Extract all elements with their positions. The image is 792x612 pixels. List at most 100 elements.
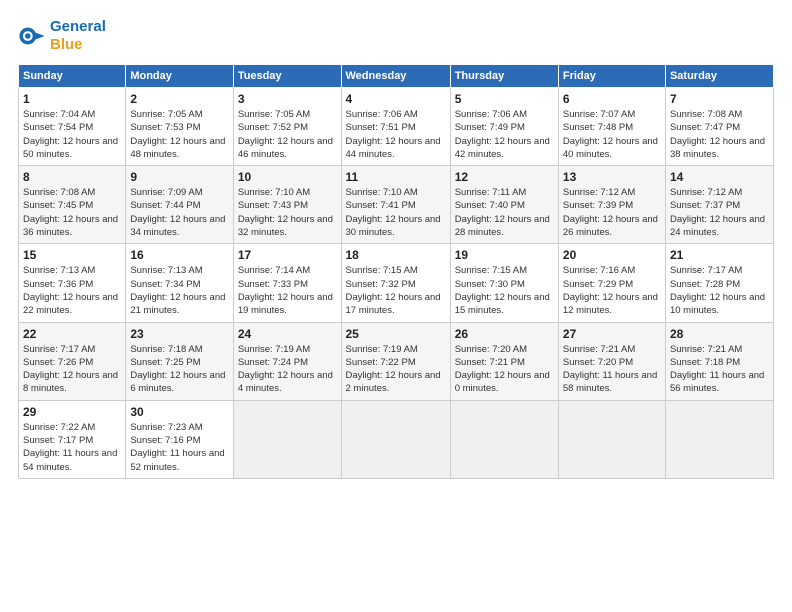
day-cell: 22 Sunrise: 7:17 AMSunset: 7:26 PMDayligh… (19, 322, 126, 400)
day-number: 12 (455, 170, 554, 184)
day-cell: 5 Sunrise: 7:06 AMSunset: 7:49 PMDaylight… (450, 88, 558, 166)
day-number: 1 (23, 92, 121, 106)
week-row-5: 29 Sunrise: 7:22 AMSunset: 7:17 PMDayligh… (19, 400, 774, 478)
day-info: Sunrise: 7:08 AMSunset: 7:47 PMDaylight:… (670, 108, 769, 161)
day-info: Sunrise: 7:22 AMSunset: 7:17 PMDaylight:… (23, 421, 121, 474)
day-cell: 29 Sunrise: 7:22 AMSunset: 7:17 PMDayligh… (19, 400, 126, 478)
day-cell: 26 Sunrise: 7:20 AMSunset: 7:21 PMDayligh… (450, 322, 558, 400)
day-number: 28 (670, 327, 769, 341)
day-cell: 24 Sunrise: 7:19 AMSunset: 7:24 PMDayligh… (233, 322, 341, 400)
day-number: 11 (346, 170, 446, 184)
day-info: Sunrise: 7:10 AMSunset: 7:43 PMDaylight:… (238, 186, 337, 239)
day-cell: 8 Sunrise: 7:08 AMSunset: 7:45 PMDaylight… (19, 166, 126, 244)
day-cell: 30 Sunrise: 7:23 AMSunset: 7:16 PMDayligh… (126, 400, 233, 478)
day-info: Sunrise: 7:13 AMSunset: 7:34 PMDaylight:… (130, 264, 228, 317)
day-info: Sunrise: 7:10 AMSunset: 7:41 PMDaylight:… (346, 186, 446, 239)
day-number: 24 (238, 327, 337, 341)
day-cell: 19 Sunrise: 7:15 AMSunset: 7:30 PMDayligh… (450, 244, 558, 322)
day-number: 4 (346, 92, 446, 106)
day-cell: 18 Sunrise: 7:15 AMSunset: 7:32 PMDayligh… (341, 244, 450, 322)
day-cell (450, 400, 558, 478)
day-cell: 6Sunrise: 7:07 AMSunset: 7:48 PMDaylight… (558, 88, 665, 166)
day-number: 10 (238, 170, 337, 184)
day-number: 13 (563, 170, 661, 184)
day-cell: 25 Sunrise: 7:19 AMSunset: 7:22 PMDayligh… (341, 322, 450, 400)
day-number: 16 (130, 248, 228, 262)
week-row-3: 15 Sunrise: 7:13 AMSunset: 7:36 PMDayligh… (19, 244, 774, 322)
logo-icon (18, 22, 46, 50)
day-cell (233, 400, 341, 478)
day-cell: 1 Sunrise: 7:04 AMSunset: 7:54 PMDaylight… (19, 88, 126, 166)
day-info: Sunrise: 7:21 AMSunset: 7:18 PMDaylight:… (670, 343, 769, 396)
day-cell: 10 Sunrise: 7:10 AMSunset: 7:43 PMDayligh… (233, 166, 341, 244)
day-number: 17 (238, 248, 337, 262)
day-info: Sunrise: 7:06 AMSunset: 7:49 PMDaylight:… (455, 108, 554, 161)
day-info: Sunrise: 7:20 AMSunset: 7:21 PMDaylight:… (455, 343, 554, 396)
day-info: Sunrise: 7:13 AMSunset: 7:36 PMDaylight:… (23, 264, 121, 317)
day-info: Sunrise: 7:06 AMSunset: 7:51 PMDaylight:… (346, 108, 446, 161)
day-info: Sunrise: 7:04 AMSunset: 7:54 PMDaylight:… (23, 108, 121, 161)
day-number: 23 (130, 327, 228, 341)
day-cell: 28 Sunrise: 7:21 AMSunset: 7:18 PMDayligh… (665, 322, 773, 400)
day-number: 18 (346, 248, 446, 262)
day-number: 22 (23, 327, 121, 341)
day-cell: 7 Sunrise: 7:08 AMSunset: 7:47 PMDaylight… (665, 88, 773, 166)
day-number: 30 (130, 405, 228, 419)
day-cell: 17 Sunrise: 7:14 AMSunset: 7:33 PMDayligh… (233, 244, 341, 322)
day-cell: 3 Sunrise: 7:05 AMSunset: 7:52 PMDaylight… (233, 88, 341, 166)
day-cell: 20 Sunrise: 7:16 AMSunset: 7:29 PMDayligh… (558, 244, 665, 322)
day-cell: 9 Sunrise: 7:09 AMSunset: 7:44 PMDaylight… (126, 166, 233, 244)
day-info: Sunrise: 7:16 AMSunset: 7:29 PMDaylight:… (563, 264, 661, 317)
day-info: Sunrise: 7:09 AMSunset: 7:44 PMDaylight:… (130, 186, 228, 239)
day-cell: 4 Sunrise: 7:06 AMSunset: 7:51 PMDaylight… (341, 88, 450, 166)
day-number: 25 (346, 327, 446, 341)
day-info: Sunrise: 7:08 AMSunset: 7:45 PMDaylight:… (23, 186, 121, 239)
logo: General Blue (18, 18, 106, 54)
day-info: Sunrise: 7:19 AMSunset: 7:24 PMDaylight:… (238, 343, 337, 396)
col-wednesday: Wednesday (341, 65, 450, 88)
day-number: 20 (563, 248, 661, 262)
day-info: Sunrise: 7:05 AMSunset: 7:52 PMDaylight:… (238, 108, 337, 161)
header-row: Sunday Monday Tuesday Wednesday Thursday… (19, 65, 774, 88)
day-cell: 23 Sunrise: 7:18 AMSunset: 7:25 PMDayligh… (126, 322, 233, 400)
day-number: 26 (455, 327, 554, 341)
col-friday: Friday (558, 65, 665, 88)
day-number: 29 (23, 405, 121, 419)
col-saturday: Saturday (665, 65, 773, 88)
day-number: 3 (238, 92, 337, 106)
day-cell: 21Sunrise: 7:17 AMSunset: 7:28 PMDayligh… (665, 244, 773, 322)
day-info: Sunrise: 7:11 AMSunset: 7:40 PMDaylight:… (455, 186, 554, 239)
day-info: Sunrise: 7:14 AMSunset: 7:33 PMDaylight:… (238, 264, 337, 317)
day-number: 8 (23, 170, 121, 184)
day-cell: 13Sunrise: 7:12 AMSunset: 7:39 PMDayligh… (558, 166, 665, 244)
day-number: 5 (455, 92, 554, 106)
day-info: Sunrise: 7:21 AMSunset: 7:20 PMDaylight:… (563, 343, 661, 396)
day-info: Sunrise: 7:18 AMSunset: 7:25 PMDaylight:… (130, 343, 228, 396)
day-number: 15 (23, 248, 121, 262)
calendar-table: Sunday Monday Tuesday Wednesday Thursday… (18, 64, 774, 479)
day-number: 9 (130, 170, 228, 184)
day-cell: 11 Sunrise: 7:10 AMSunset: 7:41 PMDayligh… (341, 166, 450, 244)
calendar-body: 1 Sunrise: 7:04 AMSunset: 7:54 PMDaylight… (19, 88, 774, 479)
day-info: Sunrise: 7:05 AMSunset: 7:53 PMDaylight:… (130, 108, 228, 161)
week-row-4: 22 Sunrise: 7:17 AMSunset: 7:26 PMDayligh… (19, 322, 774, 400)
day-info: Sunrise: 7:19 AMSunset: 7:22 PMDaylight:… (346, 343, 446, 396)
day-info: Sunrise: 7:17 AMSunset: 7:26 PMDaylight:… (23, 343, 121, 396)
day-cell: 27Sunrise: 7:21 AMSunset: 7:20 PMDayligh… (558, 322, 665, 400)
day-info: Sunrise: 7:15 AMSunset: 7:30 PMDaylight:… (455, 264, 554, 317)
day-cell: 14Sunrise: 7:12 AMSunset: 7:37 PMDayligh… (665, 166, 773, 244)
day-cell: 2Sunrise: 7:05 AMSunset: 7:53 PMDaylight… (126, 88, 233, 166)
day-cell: 16 Sunrise: 7:13 AMSunset: 7:34 PMDayligh… (126, 244, 233, 322)
day-info: Sunrise: 7:23 AMSunset: 7:16 PMDaylight:… (130, 421, 228, 474)
day-info: Sunrise: 7:07 AMSunset: 7:48 PMDaylight:… (563, 108, 661, 161)
day-info: Sunrise: 7:17 AMSunset: 7:28 PMDaylight:… (670, 264, 769, 317)
col-tuesday: Tuesday (233, 65, 341, 88)
day-number: 7 (670, 92, 769, 106)
day-info: Sunrise: 7:15 AMSunset: 7:32 PMDaylight:… (346, 264, 446, 317)
day-cell (665, 400, 773, 478)
week-row-1: 1 Sunrise: 7:04 AMSunset: 7:54 PMDaylight… (19, 88, 774, 166)
col-monday: Monday (126, 65, 233, 88)
day-cell: 15 Sunrise: 7:13 AMSunset: 7:36 PMDayligh… (19, 244, 126, 322)
day-number: 19 (455, 248, 554, 262)
day-number: 14 (670, 170, 769, 184)
